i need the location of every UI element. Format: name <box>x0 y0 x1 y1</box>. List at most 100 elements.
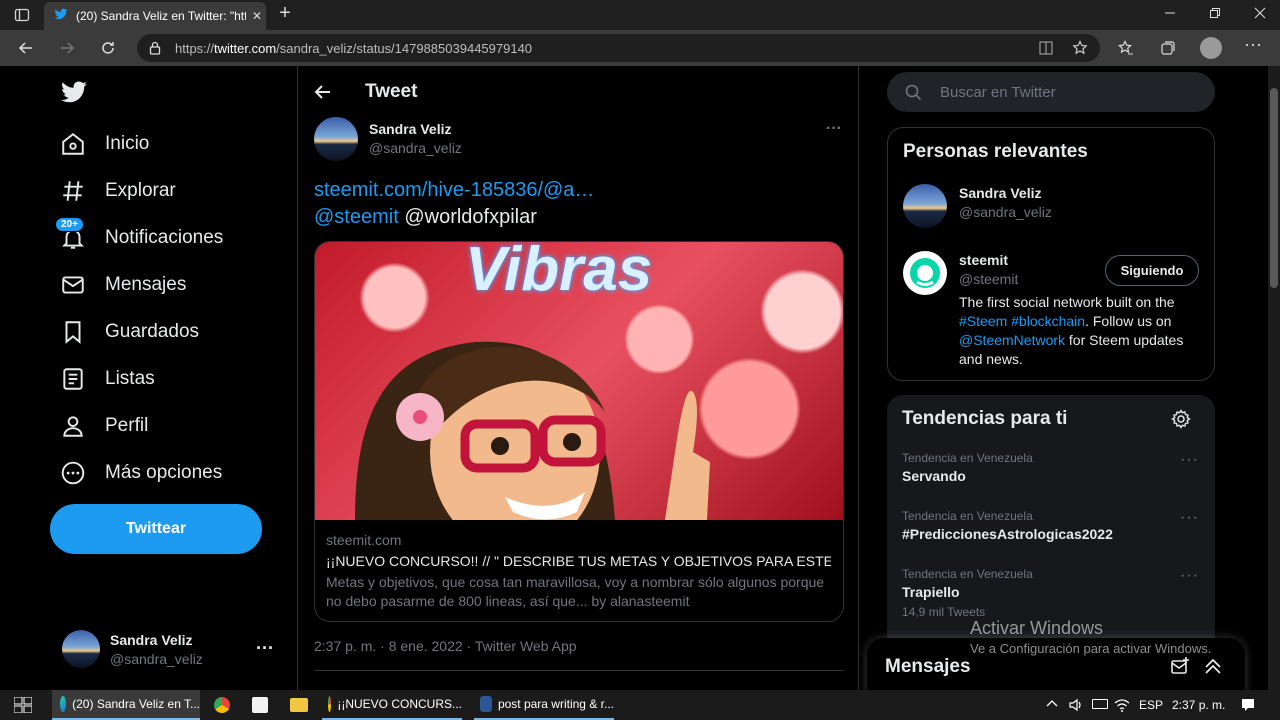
forward-icon[interactable] <box>57 40 77 60</box>
twittear-button[interactable]: Twittear <box>50 504 262 554</box>
action-center-icon[interactable] <box>1240 697 1256 718</box>
bio-text: . Follow us on <box>1085 313 1172 329</box>
url-scheme: https:// <box>175 40 215 56</box>
bio-text: for Steem updates <box>1065 332 1184 348</box>
new-tab-button[interactable]: + <box>275 3 295 23</box>
nav-item-explorar[interactable]: Explorar <box>58 173 176 209</box>
restore-icon[interactable] <box>1205 7 1225 23</box>
volume-icon[interactable] <box>1068 697 1084 718</box>
mention-steemit[interactable]: @steemit <box>314 206 399 228</box>
trend-item[interactable]: Tendencia en Venezuela #PrediccionesAstr… <box>887 505 1215 561</box>
nav-item-notificaciones[interactable]: 20+ Notificaciones <box>55 217 224 256</box>
link-card[interactable]: Vibras steemit.com ¡¡NUEVO CONCURSO!! //… <box>314 241 844 622</box>
trend-context: Tendencia en Venezuela <box>902 451 1033 465</box>
person-avatar[interactable] <box>903 184 947 228</box>
tray-chevron-icon[interactable] <box>1046 697 1058 715</box>
back-icon[interactable] <box>16 40 36 60</box>
messages-title: Mensajes <box>885 656 971 677</box>
favorites-icon[interactable] <box>1116 40 1136 60</box>
person-bio: The first social network built on the #S… <box>959 293 1209 369</box>
file-explorer-icon[interactable] <box>290 698 308 712</box>
tab-close-icon[interactable]: ✕ <box>252 9 262 23</box>
system-clock[interactable]: 2:37 p. m. <box>1172 690 1225 720</box>
close-window-icon[interactable] <box>1250 7 1270 23</box>
chrome-icon[interactable] <box>214 697 230 713</box>
back-arrow-icon[interactable] <box>313 82 333 107</box>
author-handle[interactable]: @sandra_veliz <box>369 140 462 156</box>
panel-title: Personas relevantes <box>903 141 1088 162</box>
nav-label: Perfil <box>105 415 149 436</box>
card-title: ¡¡NUEVO CONCURSO!! // " DESCRIBE TUS MET… <box>326 553 831 569</box>
favorite-add-icon[interactable] <box>1072 40 1088 59</box>
store-icon[interactable] <box>252 697 268 713</box>
page-scrollbar[interactable] <box>1268 66 1280 690</box>
input-language[interactable]: ESP <box>1139 690 1163 720</box>
divider <box>314 670 844 671</box>
profile-avatar-icon[interactable] <box>1200 37 1222 59</box>
word-icon <box>480 696 492 712</box>
bio-hashtag-blockchain[interactable]: #blockchain <box>1011 313 1085 329</box>
tweet-link[interactable]: steemit.com/hive-185836/@a… <box>314 179 594 202</box>
bell-icon: 20+ <box>55 217 88 253</box>
card-domain: steemit.com <box>326 532 402 548</box>
nav-item-inicio[interactable]: Inicio <box>58 126 149 162</box>
nav-item-mas-opciones[interactable]: Más opciones <box>58 455 222 491</box>
account-more-icon[interactable]: ··· <box>256 638 274 659</box>
taskbar-label: post para writing & r... <box>497 697 614 711</box>
refresh-icon[interactable] <box>98 40 118 60</box>
search-input[interactable]: Buscar en Twitter <box>887 72 1215 112</box>
author-name[interactable]: Sandra Veliz <box>369 121 451 137</box>
tab-actions-icon[interactable] <box>12 7 32 27</box>
person-name[interactable]: steemit <box>959 252 1008 268</box>
trend-more-icon[interactable]: ··· <box>1180 451 1199 469</box>
windows-taskbar: (20) Sandra Veliz en T... ¡¡NUEVO CONCUR… <box>0 690 1280 720</box>
author-avatar[interactable] <box>314 117 358 161</box>
steemit-avatar[interactable] <box>903 251 947 295</box>
card-image-text: Vibras <box>465 241 653 304</box>
watermark-title: Activar Windows <box>970 618 1104 638</box>
url-path: /sandra_veliz/status/1479885039445979140 <box>276 40 533 56</box>
trends-settings-gear-icon[interactable] <box>1171 409 1191 434</box>
tweet-mentions: @steemit @worldofxpilar <box>314 206 537 229</box>
siguiendo-button[interactable]: Siguiendo <box>1105 255 1199 286</box>
taskbar-chrome-window[interactable]: ¡¡NUEVO CONCURS... <box>322 690 462 720</box>
battery-icon[interactable] <box>1092 699 1108 709</box>
windows-activation-watermark: Activar Windows Ve a Configuración para … <box>970 618 1211 656</box>
twitter-logo-icon[interactable] <box>60 78 88 111</box>
browser-tab[interactable]: (20) Sandra Veliz en Twitter: "htt ✕ <box>44 2 266 30</box>
start-menu-icon[interactable] <box>13 696 33 718</box>
mention-worldofxpilar[interactable]: @worldofxpilar <box>404 206 537 228</box>
trend-name: #PrediccionesAstrologicas2022 <box>902 526 1113 542</box>
tweet-more-icon[interactable]: ··· <box>826 120 842 138</box>
bio-mention-steemnetwork[interactable]: @SteemNetwork <box>959 332 1065 348</box>
settings-more-icon[interactable]: ··· <box>1243 35 1263 53</box>
wifi-icon[interactable] <box>1114 697 1130 718</box>
nav-item-mensajes[interactable]: Mensajes <box>58 267 186 303</box>
tweet-timestamp[interactable]: 2:37 p. m. · 8 ene. 2022 · Twitter Web A… <box>314 638 577 654</box>
search-icon <box>905 84 922 105</box>
trend-more-icon[interactable]: ··· <box>1180 567 1199 585</box>
bio-hashtag-steem[interactable]: #Steem <box>959 313 1007 329</box>
collections-icon[interactable] <box>1158 40 1178 60</box>
panel-title: Tendencias para ti <box>902 408 1068 429</box>
nav-label: Listas <box>105 368 155 389</box>
scrollbar-thumb[interactable] <box>1270 88 1278 288</box>
nav-label: Notificaciones <box>105 227 224 248</box>
url-bar[interactable]: https://twitter.com/sandra_veliz/status/… <box>137 34 1100 62</box>
trend-more-icon[interactable]: ··· <box>1180 509 1199 527</box>
new-message-icon[interactable] <box>1170 656 1190 681</box>
trend-item[interactable]: Tendencia en Venezuela Servando ··· <box>887 447 1215 503</box>
account-switcher[interactable]: Sandra Veliz @sandra_veliz ··· <box>50 624 280 674</box>
taskbar-edge-window[interactable]: (20) Sandra Veliz en T... <box>52 690 200 720</box>
person-name[interactable]: Sandra Veliz <box>959 185 1041 201</box>
minimize-icon[interactable] <box>1160 7 1180 23</box>
trend-count: 14,9 mil Tweets <box>902 605 986 619</box>
trends-panel: Tendencias para ti Tendencia en Venezuel… <box>887 395 1215 655</box>
taskbar-word-window[interactable]: post para writing & r... <box>474 690 614 720</box>
expand-chevron-icon[interactable] <box>1203 656 1223 681</box>
nav-label: Más opciones <box>105 462 223 483</box>
nav-item-guardados[interactable]: Guardados <box>58 314 199 350</box>
nav-item-perfil[interactable]: Perfil <box>58 408 148 444</box>
reader-icon[interactable] <box>1038 40 1054 59</box>
nav-item-listas[interactable]: Listas <box>58 361 155 397</box>
